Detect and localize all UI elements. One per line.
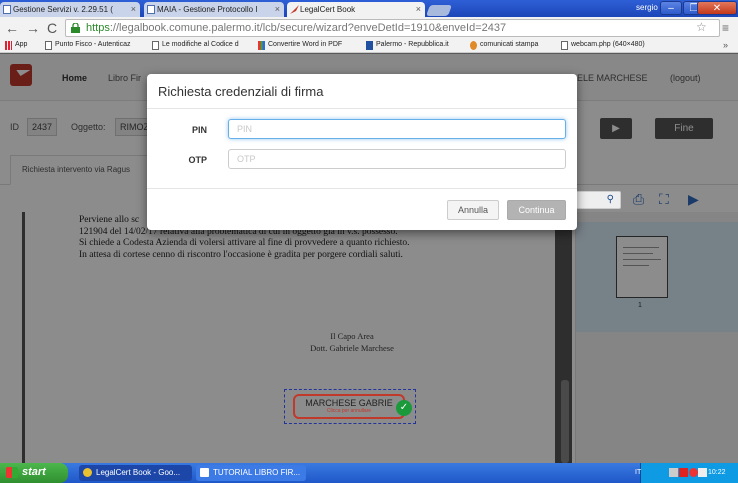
- pin-label: PIN: [191, 125, 207, 135]
- bookmark-item[interactable]: Palermo - Repubblica.it: [366, 41, 449, 50]
- rep-icon: [366, 41, 373, 50]
- profile-name[interactable]: sergio: [636, 3, 658, 12]
- print-icon[interactable]: ⎙: [633, 191, 644, 208]
- bookmark-item[interactable]: comunicati stampa: [470, 41, 538, 50]
- url-path: ://legalbook.comune.palermo.it/lcb/secur…: [109, 22, 507, 34]
- antivirus-icon[interactable]: [679, 468, 688, 477]
- new-tab-button[interactable]: [425, 5, 453, 16]
- bookmark-item[interactable]: Le modifiche al Codice d: [152, 41, 239, 50]
- orange-icon: [470, 41, 477, 50]
- network-icon[interactable]: [669, 468, 678, 477]
- pdf-icon: [258, 41, 265, 50]
- browser-tab-maia[interactable]: MAIA - Gestione Protocollo I ×: [144, 2, 284, 17]
- lock-icon: [71, 23, 80, 33]
- chrome-icon: [83, 468, 92, 477]
- otp-label: OTP: [188, 155, 207, 165]
- page-icon: [3, 5, 11, 14]
- play-icon[interactable]: ▶: [688, 191, 699, 208]
- signature-stamp[interactable]: MARCHESE GABRIE Clicca per annullare: [293, 394, 405, 419]
- bookmark-item[interactable]: App: [5, 41, 27, 50]
- continue-button[interactable]: Continua: [507, 200, 566, 220]
- signature-field[interactable]: MARCHESE GABRIE Clicca per annullare ✓: [284, 389, 416, 424]
- reload-icon[interactable]: C: [47, 20, 57, 36]
- forward-arrow-icon[interactable]: →: [26, 20, 40, 36]
- tab-title: LegalCert Book: [300, 5, 356, 14]
- dialog-title: Richiesta credenziali di firma: [158, 84, 324, 99]
- otp-input[interactable]: [228, 149, 566, 169]
- bookmark-star-icon[interactable]: ☆: [696, 20, 707, 34]
- clock[interactable]: 10:22: [708, 469, 726, 476]
- back-arrow-icon[interactable]: ←: [5, 20, 19, 36]
- browser-tab-legalcert[interactable]: LegalCert Book ×: [287, 2, 425, 17]
- viewer-toolbar: ⚲ ⎙ ⛶ ▶: [575, 188, 735, 212]
- window-close-button[interactable]: ✕: [697, 1, 737, 15]
- task-label: LegalCert Book - Goo...: [96, 468, 181, 477]
- taskbar: start LegalCert Book - Goo... TUTORIAL L…: [0, 463, 738, 483]
- taskbar-item-chrome[interactable]: LegalCert Book - Goo...: [79, 465, 192, 481]
- signer-name: Dott. Gabriele Marchese: [310, 343, 394, 353]
- browser-toolbar: ← → C https://legalbook.comune.palermo.i…: [0, 17, 738, 39]
- tab-title: Gestione Servizi v. 2.29.51 (: [13, 5, 113, 14]
- task-label: TUTORIAL LIBRO FIR...: [213, 468, 301, 477]
- page-icon: [561, 41, 568, 50]
- page-icon: [45, 41, 52, 50]
- system-tray: IT 10:22: [635, 463, 738, 483]
- credentials-dialog: Richiesta credenziali di firma PIN OTP A…: [147, 74, 577, 230]
- chevron-right-icon[interactable]: »: [723, 40, 728, 50]
- windows-logo-icon: [6, 467, 18, 478]
- bookmarks-bar: App Punto Fisco - Autenticaz Le modifich…: [0, 39, 738, 53]
- browser-titlebar: Gestione Servizi v. 2.29.51 ( × MAIA - G…: [0, 0, 738, 17]
- search-icon: ⚲: [606, 194, 614, 205]
- start-label: start: [22, 466, 46, 478]
- bookmark-item[interactable]: Convertire Word in PDF: [258, 41, 342, 50]
- cancel-button[interactable]: Annulla: [447, 200, 499, 220]
- pin-input[interactable]: [228, 119, 566, 139]
- close-icon[interactable]: ×: [275, 4, 280, 14]
- menu-icon[interactable]: ≡: [722, 21, 729, 35]
- url-scheme: https: [86, 22, 110, 34]
- document-icon: [200, 468, 209, 477]
- start-button[interactable]: start: [0, 463, 68, 483]
- signer-title: Il Capo Area: [330, 331, 374, 341]
- checkmark-icon: ✓: [396, 400, 412, 416]
- apps-icon: [5, 41, 12, 50]
- language-indicator[interactable]: IT: [635, 469, 641, 476]
- quill-icon: [290, 5, 299, 14]
- bookmark-item[interactable]: Punto Fisco - Autenticaz: [45, 41, 130, 50]
- signature-hint: Clicca per annullare: [326, 408, 372, 414]
- divider: [147, 188, 577, 189]
- browser-tab-gestione[interactable]: Gestione Servizi v. 2.29.51 ( ×: [0, 2, 140, 17]
- address-bar[interactable]: https://legalbook.comune.palermo.it/lcb/…: [65, 19, 720, 37]
- taskbar-item-tutorial[interactable]: TUTORIAL LIBRO FIR...: [196, 465, 306, 481]
- viewer-search[interactable]: ⚲: [575, 191, 621, 209]
- volume-icon[interactable]: [698, 468, 707, 477]
- fullscreen-icon[interactable]: ⛶: [659, 191, 669, 208]
- close-icon[interactable]: ×: [131, 4, 136, 14]
- signer-block: Il Capo Area Dott. Gabriele Marchese: [262, 330, 442, 354]
- page-icon: [152, 41, 159, 50]
- security-icon[interactable]: [689, 468, 698, 477]
- tab-title: MAIA - Gestione Protocollo I: [157, 5, 258, 14]
- divider: [147, 108, 577, 109]
- close-icon[interactable]: ×: [416, 4, 421, 14]
- bookmark-item[interactable]: webcam.php (640×480): [561, 41, 645, 50]
- minimize-button[interactable]: –: [660, 1, 682, 15]
- page-icon: [147, 5, 155, 14]
- signature-name: MARCHESE GABRIE: [305, 398, 393, 408]
